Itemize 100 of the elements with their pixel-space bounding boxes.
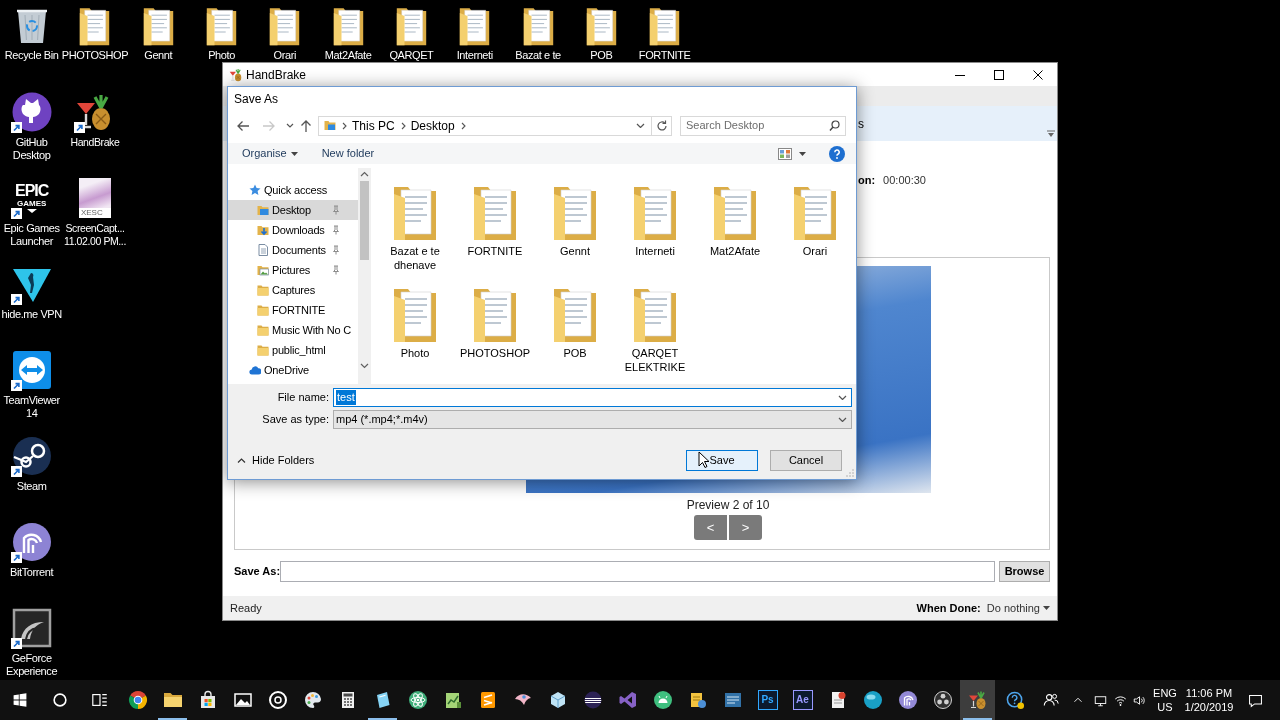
scrollbar-thumb[interactable] bbox=[360, 181, 369, 260]
when-done-dropdown[interactable]: Do nothing bbox=[986, 599, 1050, 617]
view-icon[interactable] bbox=[778, 147, 792, 160]
nav-item[interactable]: Desktop bbox=[228, 200, 358, 220]
chevron-right-icon[interactable] bbox=[400, 121, 406, 130]
desktop-icon-label[interactable]: Steam bbox=[16, 480, 47, 493]
breadcrumb-item[interactable]: Desktop bbox=[410, 116, 455, 135]
chevron-right-icon[interactable] bbox=[342, 121, 347, 130]
dropdown-caret-icon[interactable] bbox=[838, 395, 847, 400]
pin-icon[interactable] bbox=[331, 265, 341, 275]
refresh-icon[interactable] bbox=[655, 119, 668, 132]
new-folder-button[interactable]: New folder bbox=[321, 145, 375, 162]
folder-label[interactable]: QARQET ELEKTRIKE bbox=[617, 346, 693, 374]
pin-icon[interactable] bbox=[331, 245, 341, 255]
cat-logo-icon[interactable] bbox=[11, 92, 52, 132]
previous-button[interactable]: < bbox=[694, 515, 727, 540]
desktop-icon-label[interactable]: TeamViewer 14 bbox=[0, 394, 63, 420]
logo-text: EPIC bbox=[14, 183, 49, 199]
desktop-icon-label[interactable]: QARQET bbox=[389, 49, 434, 62]
next-button[interactable]: > bbox=[729, 515, 762, 540]
save-button[interactable]: Save bbox=[686, 450, 758, 471]
desktop-icon-label[interactable]: Bazat e te bbox=[515, 49, 561, 62]
nav-item[interactable]: FORTNITE bbox=[228, 300, 358, 320]
nav-item[interactable]: Pictures bbox=[228, 260, 358, 280]
desktop-icon-label[interactable]: POB bbox=[590, 49, 613, 62]
up-arrow-icon[interactable] bbox=[300, 118, 312, 133]
desktop-icon-label[interactable]: Recycle Bin bbox=[4, 49, 59, 62]
document-thumbnail[interactable]: XESC bbox=[78, 178, 111, 218]
resize-grip-icon[interactable] bbox=[846, 469, 854, 477]
scroll-down-icon[interactable] bbox=[360, 363, 369, 369]
folder-label[interactable]: Bazat e te dhenave bbox=[377, 244, 453, 272]
logo-text: GAMES bbox=[16, 199, 47, 208]
file-name-field[interactable]: test bbox=[333, 388, 852, 407]
breadcrumb-item[interactable]: This PC bbox=[352, 116, 395, 135]
address-bar[interactable]: This PC Desktop bbox=[318, 115, 672, 136]
desktop-icon-label[interactable]: ScreenCapt... 11.02.00 PM... bbox=[63, 222, 127, 248]
search-field[interactable]: Search Desktop bbox=[680, 115, 846, 136]
back-arrow-icon[interactable] bbox=[236, 119, 250, 132]
arcs-logo-icon[interactable] bbox=[11, 522, 52, 562]
hide-folders-button[interactable]: Hide Folders bbox=[237, 452, 315, 469]
chevron-down-icon bbox=[26, 209, 37, 213]
folder-icon bbox=[257, 304, 269, 316]
desktop-icon-label[interactable]: HandBrake bbox=[70, 136, 120, 149]
desktop-icon-label[interactable]: Mat2Afate bbox=[324, 49, 372, 62]
language-indicator[interactable]: ENG US bbox=[1151, 680, 1179, 720]
folder-label[interactable]: FORTNITE bbox=[467, 244, 523, 258]
close-icon[interactable] bbox=[1032, 69, 1043, 80]
circle-icon[interactable] bbox=[51, 691, 69, 709]
folder-label[interactable]: Mat2Afate bbox=[709, 244, 761, 258]
desktop-icon-label[interactable]: GeForce Experience bbox=[0, 652, 63, 678]
organise-menu-button[interactable]: Organise bbox=[242, 145, 298, 162]
desktop-icon-label[interactable]: Epic Games Launcher bbox=[0, 222, 63, 248]
folder-label[interactable]: Interneti bbox=[635, 244, 675, 258]
chevron-right-icon[interactable] bbox=[460, 121, 466, 130]
help-icon[interactable] bbox=[1006, 690, 1025, 710]
nav-item[interactable]: Captures bbox=[228, 280, 358, 300]
dropdown-caret-icon[interactable] bbox=[636, 123, 645, 128]
folder-label[interactable]: POB bbox=[563, 346, 587, 360]
nav-item[interactable]: OneDrive bbox=[228, 360, 358, 380]
desktop-icon-label[interactable]: GitHub Desktop bbox=[0, 136, 63, 162]
folder-label[interactable]: Orari bbox=[802, 244, 828, 258]
cancel-button[interactable]: Cancel bbox=[770, 450, 842, 471]
folder-label[interactable]: PHOTOSHOP bbox=[459, 346, 531, 360]
desktop-icon-label[interactable]: Orari bbox=[273, 49, 297, 62]
desktop-icon-label[interactable]: BitTorrent bbox=[10, 566, 54, 579]
desktop-icon-label[interactable]: Interneti bbox=[456, 49, 493, 62]
file-type-dropdown[interactable]: mp4 (*.mp4;*.m4v) bbox=[333, 410, 852, 429]
nav-item[interactable]: Quick access bbox=[228, 180, 358, 200]
taskbar-button[interactable]: Ps bbox=[750, 680, 785, 720]
folder-label[interactable]: Photo bbox=[400, 346, 430, 360]
nav-item[interactable]: Music With No C bbox=[228, 320, 358, 340]
taskbar-button[interactable]: Ae bbox=[785, 680, 820, 720]
overflow-caret-icon[interactable] bbox=[1047, 130, 1055, 137]
folder-label[interactable]: Gennt bbox=[560, 244, 590, 258]
field-label: Save As: bbox=[234, 564, 281, 580]
toolbar-label[interactable]: s bbox=[858, 114, 864, 133]
caret-down-icon[interactable] bbox=[799, 151, 806, 156]
maximize-icon[interactable] bbox=[993, 69, 1004, 80]
caret-down-icon[interactable] bbox=[286, 123, 294, 128]
swirl-logo-icon[interactable] bbox=[11, 608, 52, 648]
nav-item[interactable]: public_html bbox=[228, 340, 358, 360]
desktop-icon-label[interactable]: FORTNITE bbox=[638, 49, 691, 62]
browse-button[interactable]: Browse bbox=[999, 561, 1050, 582]
preview-caption: Preview 2 of 10 bbox=[686, 498, 770, 512]
desktop-icon-label[interactable]: Photo bbox=[208, 49, 235, 62]
destination-field[interactable] bbox=[280, 561, 995, 582]
desktop-icon-label[interactable]: PHOTOSHOP bbox=[61, 49, 129, 62]
piston-logo-icon[interactable] bbox=[11, 436, 52, 476]
pin-icon[interactable] bbox=[331, 225, 341, 235]
scroll-up-icon[interactable] bbox=[360, 171, 369, 177]
windows-logo-icon[interactable] bbox=[12, 692, 28, 708]
pineapple-icon bbox=[967, 690, 988, 710]
desktop-icon-label[interactable]: hide.me VPN bbox=[1, 308, 62, 321]
desktop-icon-label[interactable]: Gennt bbox=[144, 49, 173, 62]
nav-item[interactable]: Downloads bbox=[228, 220, 358, 240]
scrollbar[interactable] bbox=[358, 168, 371, 384]
nav-item[interactable]: Documents bbox=[228, 240, 358, 260]
clock[interactable]: 11:06 PM 1/20/2019 bbox=[1183, 680, 1235, 720]
task-view-icon[interactable] bbox=[91, 691, 109, 709]
search-icon[interactable] bbox=[829, 120, 840, 131]
